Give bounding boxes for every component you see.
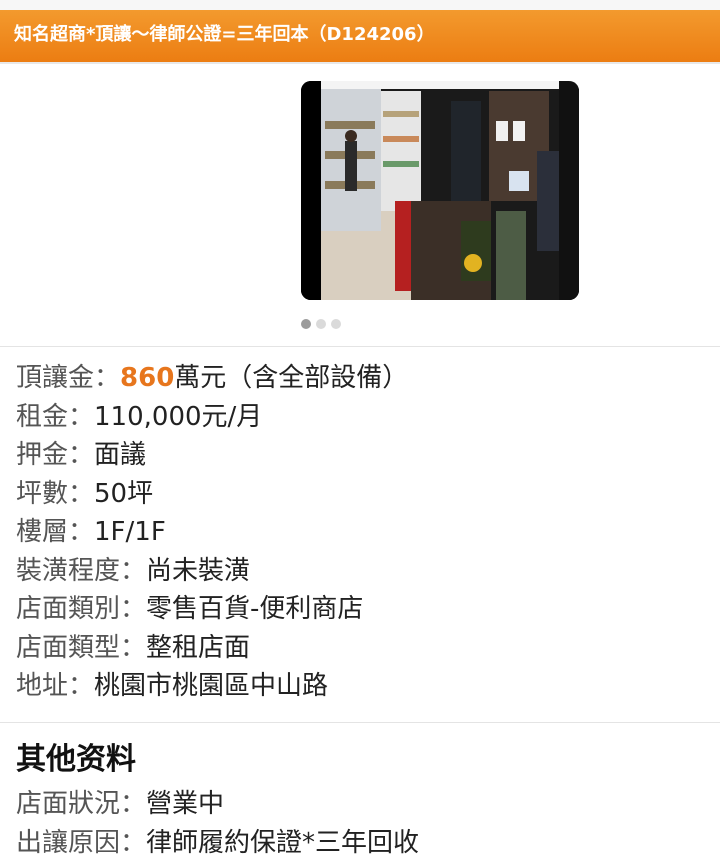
transfer-fee-row: 頂讓金：860萬元（含全部設備） — [16, 359, 706, 398]
transfer-fee-suffix: 萬元（含全部設備） — [174, 363, 408, 393]
address-row: 地址：桃園市桃園區中山路 — [16, 667, 706, 706]
category-row: 店面類別：零售百貨-便利商店 — [16, 590, 706, 629]
address-value[interactable]: 桃園市桃園區中山路 — [94, 671, 328, 701]
store-interior-image — [301, 81, 579, 300]
type-row: 店面類型：整租店面 — [16, 629, 706, 668]
store-photo[interactable] — [301, 81, 579, 300]
renovation-label: 裝潢程度： — [16, 556, 146, 586]
section-divider — [0, 722, 720, 723]
renovation-row: 裝潢程度：尚未裝潢 — [16, 552, 706, 591]
carousel-dots — [301, 319, 341, 329]
reason-value: 律師履約保證*三年回收 — [146, 828, 419, 858]
carousel-dot-2[interactable] — [316, 319, 326, 329]
reason-row: 出讓原因：律師履約保證*三年回收 — [16, 824, 706, 862]
listing-details: 頂讓金：860萬元（含全部設備） 租金：110,000元/月 押金：面議 坪數：… — [16, 359, 706, 706]
deposit-label: 押金： — [16, 440, 94, 470]
category-value: 零售百貨-便利商店 — [146, 594, 363, 624]
other-info: 店面狀況：營業中 出讓原因：律師履約保證*三年回收 — [16, 785, 706, 862]
deposit-value: 面議 — [94, 440, 146, 470]
status-value: 營業中 — [146, 789, 224, 819]
floor-row: 樓層：1F/1F — [16, 513, 706, 552]
transfer-fee-label: 頂讓金： — [16, 363, 120, 393]
rent-label: 租金： — [16, 402, 94, 432]
area-row: 坪數：50坪 — [16, 475, 706, 514]
reason-label: 出讓原因： — [16, 828, 146, 858]
other-info-heading: 其他资料 — [16, 738, 136, 782]
floor-value: 1F/1F — [94, 517, 166, 547]
listing-title: 知名超商*頂讓～律師公證=三年回本（D124206） — [14, 24, 435, 45]
type-label: 店面類型： — [16, 633, 146, 663]
renovation-value: 尚未裝潢 — [146, 556, 250, 586]
listing-title-bar: 知名超商*頂讓～律師公證=三年回本（D124206） — [0, 10, 720, 64]
rent-row: 租金：110,000元/月 — [16, 398, 706, 437]
carousel-dot-3[interactable] — [331, 319, 341, 329]
transfer-fee-amount: 860 — [120, 363, 174, 393]
floor-label: 樓層： — [16, 517, 94, 547]
area-value: 50坪 — [94, 479, 153, 509]
type-value: 整租店面 — [146, 633, 250, 663]
deposit-row: 押金：面議 — [16, 436, 706, 475]
status-label: 店面狀況： — [16, 789, 146, 819]
category-label: 店面類別： — [16, 594, 146, 624]
area-label: 坪數： — [16, 479, 94, 509]
rent-value: 110,000元/月 — [94, 402, 262, 432]
photo-carousel[interactable] — [0, 64, 720, 347]
carousel-dot-1[interactable] — [301, 319, 311, 329]
status-row: 店面狀況：營業中 — [16, 785, 706, 824]
address-label: 地址： — [16, 671, 94, 701]
